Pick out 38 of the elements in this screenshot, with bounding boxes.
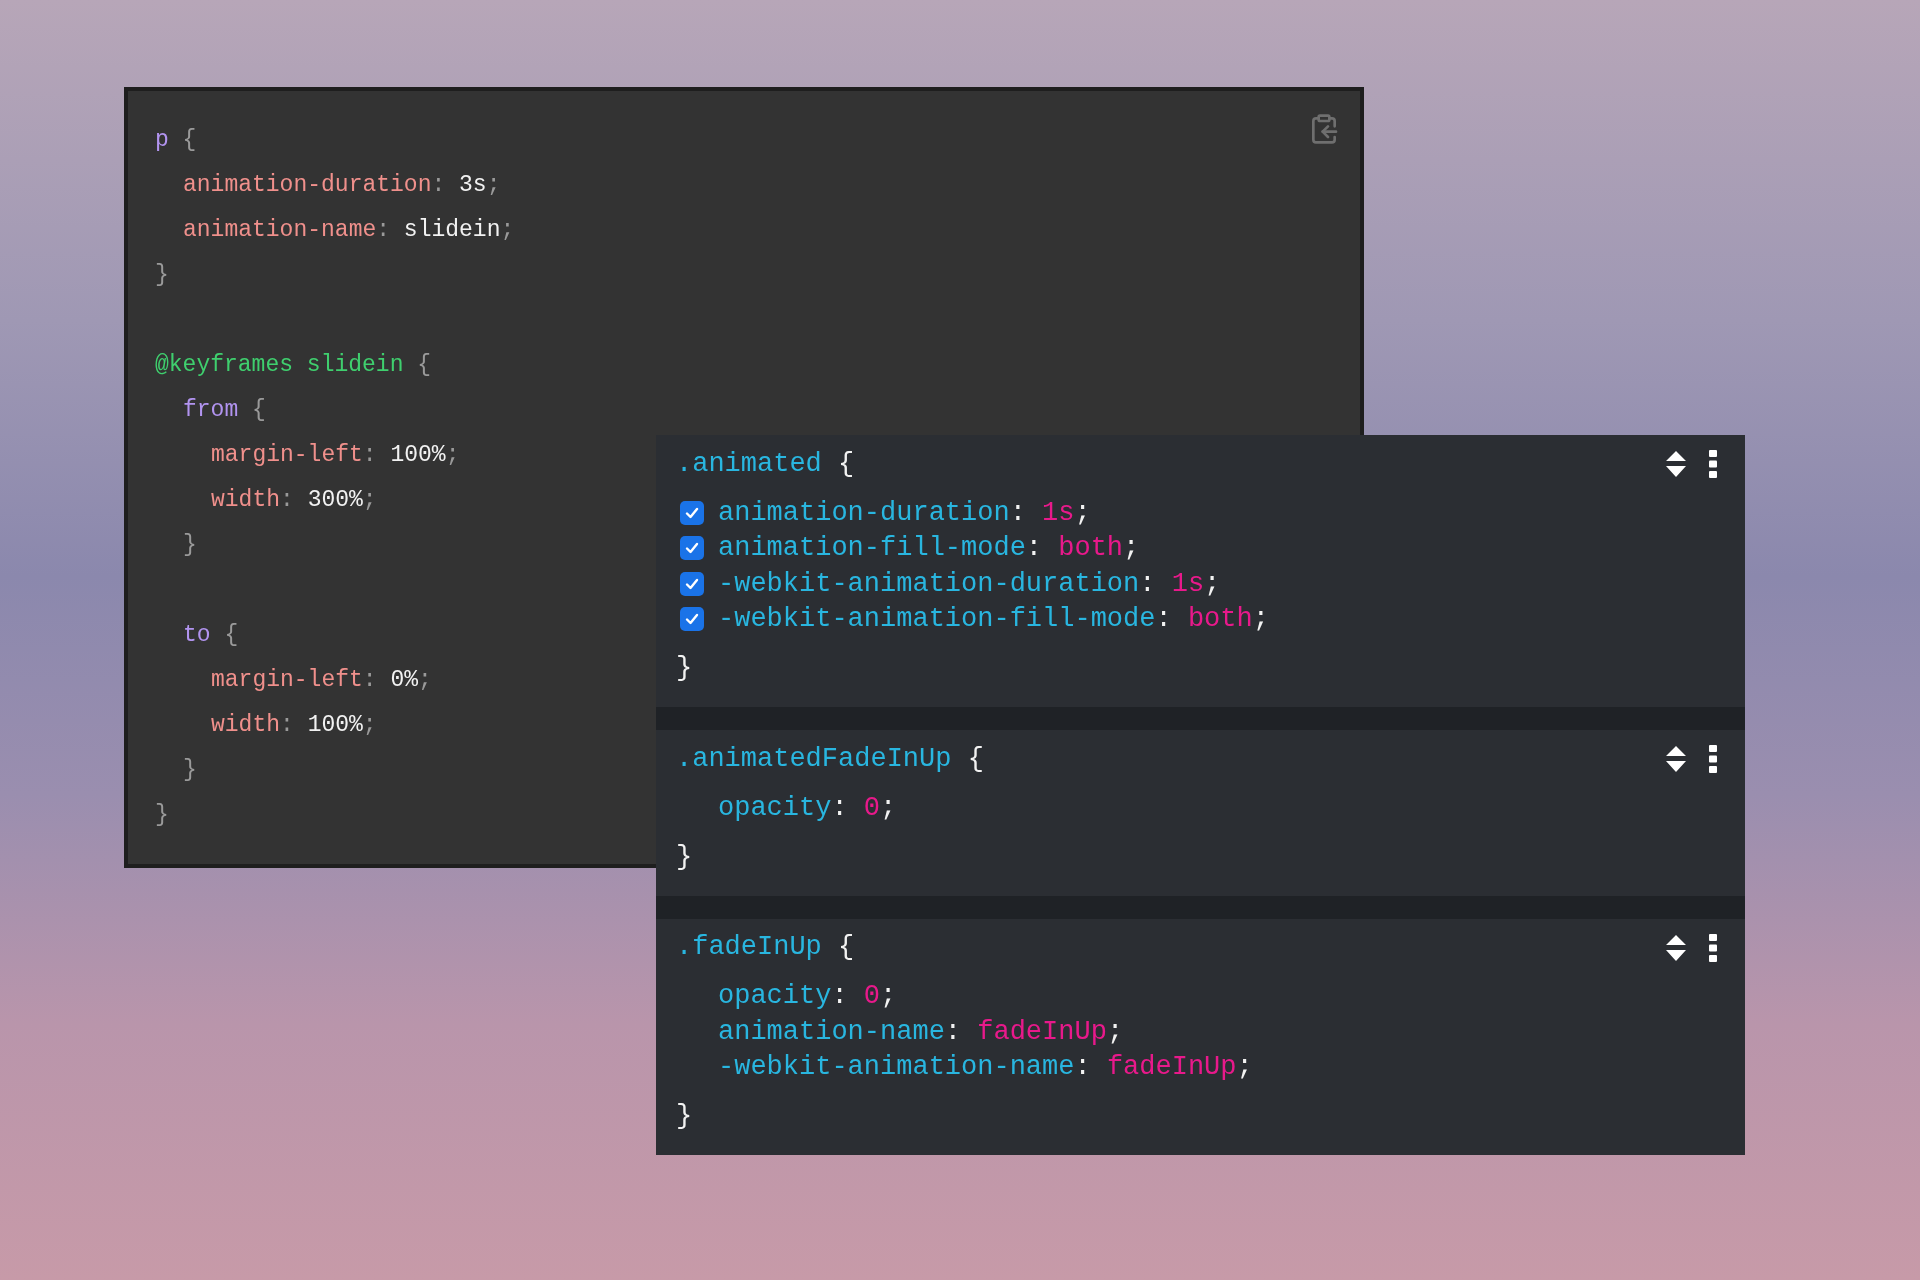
selector-line: .animatedFadeInUp { [676, 742, 984, 776]
code-line: animation-duration: 3s; [183, 171, 501, 200]
checkbox[interactable] [680, 500, 704, 525]
declaration-text: animation-name: fadeInUp; [718, 1015, 1124, 1049]
code-line: from { [183, 396, 266, 425]
more-options-icon[interactable] [1709, 932, 1717, 963]
closing-brace: } [676, 1100, 693, 1133]
closing-brace: } [676, 652, 693, 685]
selector-line: .fadeInUp { [676, 931, 855, 965]
code-line: to { [183, 621, 239, 650]
selector-line: .animated { [676, 447, 855, 481]
declaration-text: animation-duration: 1s; [718, 496, 1091, 530]
code-line: @keyframes slidein { [155, 351, 432, 380]
checkbox[interactable] [680, 536, 704, 561]
code-line: animation-name: slidein; [183, 216, 515, 245]
code-line: } [155, 801, 169, 830]
sort-icon[interactable] [1665, 449, 1687, 479]
code-line: } [183, 756, 197, 785]
code-line: p { [155, 126, 197, 155]
declaration-text: -webkit-animation-duration: 1s; [718, 567, 1221, 601]
declaration-text: -webkit-animation-name: fadeInUp; [718, 1051, 1253, 1084]
code-line: } [183, 531, 197, 560]
closing-brace: } [676, 840, 693, 874]
code-line: width: 300%; [211, 486, 377, 515]
more-options-icon[interactable] [1709, 449, 1717, 479]
declaration-text: -webkit-animation-fill-mode: both; [718, 603, 1269, 636]
code-line: margin-left: 100%; [211, 441, 460, 470]
more-options-icon[interactable] [1709, 744, 1717, 774]
code-line: } [155, 261, 169, 290]
declaration-text: opacity: 0; [718, 791, 897, 825]
checkbox[interactable] [680, 607, 704, 632]
checkbox[interactable] [680, 571, 704, 596]
code-line: width: 100%; [211, 711, 377, 740]
sort-icon[interactable] [1665, 932, 1687, 963]
code-line: margin-left: 0%; [211, 666, 432, 695]
declaration-text: opacity: 0; [718, 980, 897, 1013]
sort-icon[interactable] [1665, 744, 1687, 774]
declaration-text: animation-fill-mode: both; [718, 532, 1140, 565]
